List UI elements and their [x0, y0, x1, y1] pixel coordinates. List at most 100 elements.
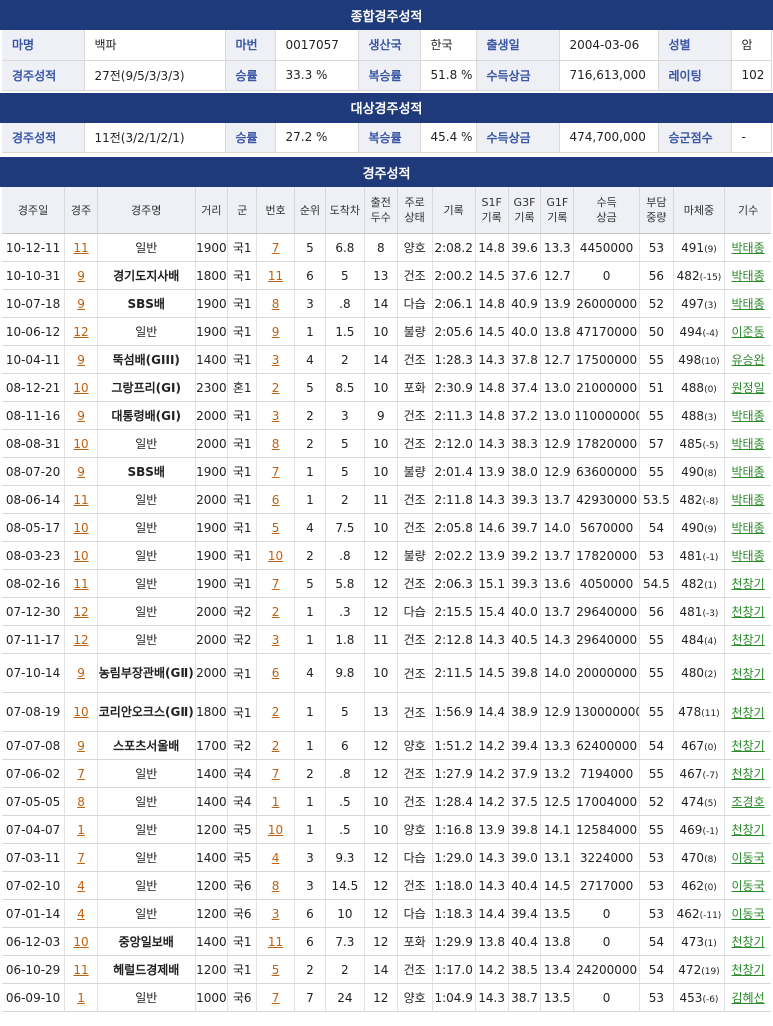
jockey-link[interactable]: 박태종 — [724, 401, 771, 430]
margin: 10 — [325, 899, 365, 928]
gate-number[interactable]: 10 — [256, 541, 296, 570]
gate-number[interactable]: 10 — [256, 815, 296, 844]
jockey-link[interactable]: 박태종 — [724, 233, 771, 262]
jockey-link[interactable]: 천창기 — [724, 692, 771, 732]
jockey-link[interactable]: 김혜선 — [724, 983, 771, 1012]
race-date: 08-03-23 — [2, 541, 66, 570]
gate-number[interactable]: 7 — [256, 759, 296, 788]
jockey-link[interactable]: 원정일 — [724, 373, 771, 402]
gate-number[interactable]: 7 — [256, 457, 296, 486]
race-number[interactable]: 9 — [64, 261, 98, 290]
race-number[interactable]: 1 — [64, 815, 98, 844]
s1f: 14.8 — [475, 373, 509, 402]
race-number[interactable]: 10 — [64, 927, 98, 956]
class: 국1 — [227, 457, 258, 486]
prize: 3224000 — [573, 843, 640, 872]
gate-number[interactable]: 3 — [256, 625, 296, 654]
g3f: 38.9 — [508, 692, 542, 732]
gate-number[interactable]: 2 — [256, 692, 296, 732]
gate-number[interactable]: 6 — [256, 653, 296, 693]
s1f: 14.5 — [475, 653, 509, 693]
margin: .8 — [325, 289, 365, 318]
gate-number[interactable]: 2 — [256, 731, 296, 760]
race-number[interactable]: 10 — [64, 513, 98, 542]
race-number[interactable]: 9 — [64, 289, 98, 318]
race-number[interactable]: 9 — [64, 345, 98, 374]
race-number[interactable]: 4 — [64, 899, 98, 928]
gate-number[interactable]: 7 — [256, 569, 296, 598]
jockey-link[interactable]: 박태종 — [724, 485, 771, 514]
race-number[interactable]: 9 — [64, 731, 98, 760]
jockey-link[interactable]: 천창기 — [724, 759, 771, 788]
race-number[interactable]: 12 — [64, 317, 98, 346]
target-prize-label: 수득상금 — [476, 122, 559, 153]
jockey-link[interactable]: 조경호 — [724, 787, 771, 816]
jockey-link[interactable]: 박태종 — [724, 457, 771, 486]
column-header: 기수 — [724, 187, 771, 234]
jockey-link[interactable]: 천창기 — [724, 927, 771, 956]
jockey-link[interactable]: 유승완 — [724, 345, 771, 374]
gate-number[interactable]: 8 — [256, 429, 296, 458]
race-number[interactable]: 9 — [64, 653, 98, 693]
gate-number[interactable]: 2 — [256, 373, 296, 402]
race-number[interactable]: 7 — [64, 843, 98, 872]
race-number[interactable]: 11 — [64, 233, 98, 262]
jockey-link[interactable]: 이동국 — [724, 871, 771, 900]
gate-number[interactable]: 6 — [256, 485, 296, 514]
race-number[interactable]: 11 — [64, 569, 98, 598]
race-number[interactable]: 11 — [64, 955, 98, 984]
race-number[interactable]: 9 — [64, 457, 98, 486]
g1f: 13.1 — [540, 843, 575, 872]
jockey-link[interactable]: 천창기 — [724, 955, 771, 984]
race-number[interactable]: 9 — [64, 401, 98, 430]
jockey-link[interactable]: 박태종 — [724, 541, 771, 570]
jockey-link[interactable]: 박태종 — [724, 429, 771, 458]
race-number[interactable]: 10 — [64, 429, 98, 458]
race-number[interactable]: 1 — [64, 983, 98, 1012]
gate-number[interactable]: 5 — [256, 513, 296, 542]
gate-number[interactable]: 9 — [256, 317, 296, 346]
jockey-link[interactable]: 천창기 — [724, 597, 771, 626]
race-number[interactable]: 10 — [64, 541, 98, 570]
gate-number[interactable]: 8 — [256, 871, 296, 900]
race-date: 06-09-10 — [2, 983, 66, 1012]
jockey-link[interactable]: 박태종 — [724, 289, 771, 318]
jockey-link[interactable]: 이동국 — [724, 899, 771, 928]
body-weight-value: 470 — [681, 850, 705, 865]
jockey-link[interactable]: 천창기 — [724, 625, 771, 654]
race-number[interactable]: 4 — [64, 871, 98, 900]
gate-number[interactable]: 5 — [256, 955, 296, 984]
track-condition: 건조 — [397, 345, 433, 374]
race-number[interactable]: 7 — [64, 759, 98, 788]
gate-number[interactable]: 3 — [256, 401, 296, 430]
g3f: 39.4 — [508, 731, 542, 760]
jockey-link[interactable]: 천창기 — [724, 569, 771, 598]
race-number[interactable]: 12 — [64, 625, 98, 654]
jockey-link[interactable]: 이준동 — [724, 317, 771, 346]
gate-number[interactable]: 4 — [256, 843, 296, 872]
gate-number[interactable]: 11 — [256, 261, 296, 290]
race-number[interactable]: 12 — [64, 597, 98, 626]
finish-rank: 1 — [294, 457, 326, 486]
race-number[interactable]: 10 — [64, 373, 98, 402]
race-number[interactable]: 11 — [64, 485, 98, 514]
prize: 17004000 — [573, 787, 640, 816]
body-weight-value: 488 — [681, 380, 705, 395]
gate-number[interactable]: 2 — [256, 597, 296, 626]
gate-number[interactable]: 7 — [256, 233, 296, 262]
jockey-link[interactable]: 천창기 — [724, 815, 771, 844]
jockey-link[interactable]: 박태종 — [724, 513, 771, 542]
jockey-link[interactable]: 박태종 — [724, 261, 771, 290]
jockey-link[interactable]: 이동국 — [724, 843, 771, 872]
race-number[interactable]: 8 — [64, 787, 98, 816]
gate-number[interactable]: 1 — [256, 787, 296, 816]
gate-number[interactable]: 3 — [256, 899, 296, 928]
jockey-link[interactable]: 천창기 — [724, 653, 771, 693]
g3f: 37.5 — [508, 787, 542, 816]
race-number[interactable]: 10 — [64, 692, 98, 732]
gate-number[interactable]: 8 — [256, 289, 296, 318]
jockey-link[interactable]: 천창기 — [724, 731, 771, 760]
gate-number[interactable]: 7 — [256, 983, 296, 1012]
gate-number[interactable]: 3 — [256, 345, 296, 374]
gate-number[interactable]: 11 — [256, 927, 296, 956]
